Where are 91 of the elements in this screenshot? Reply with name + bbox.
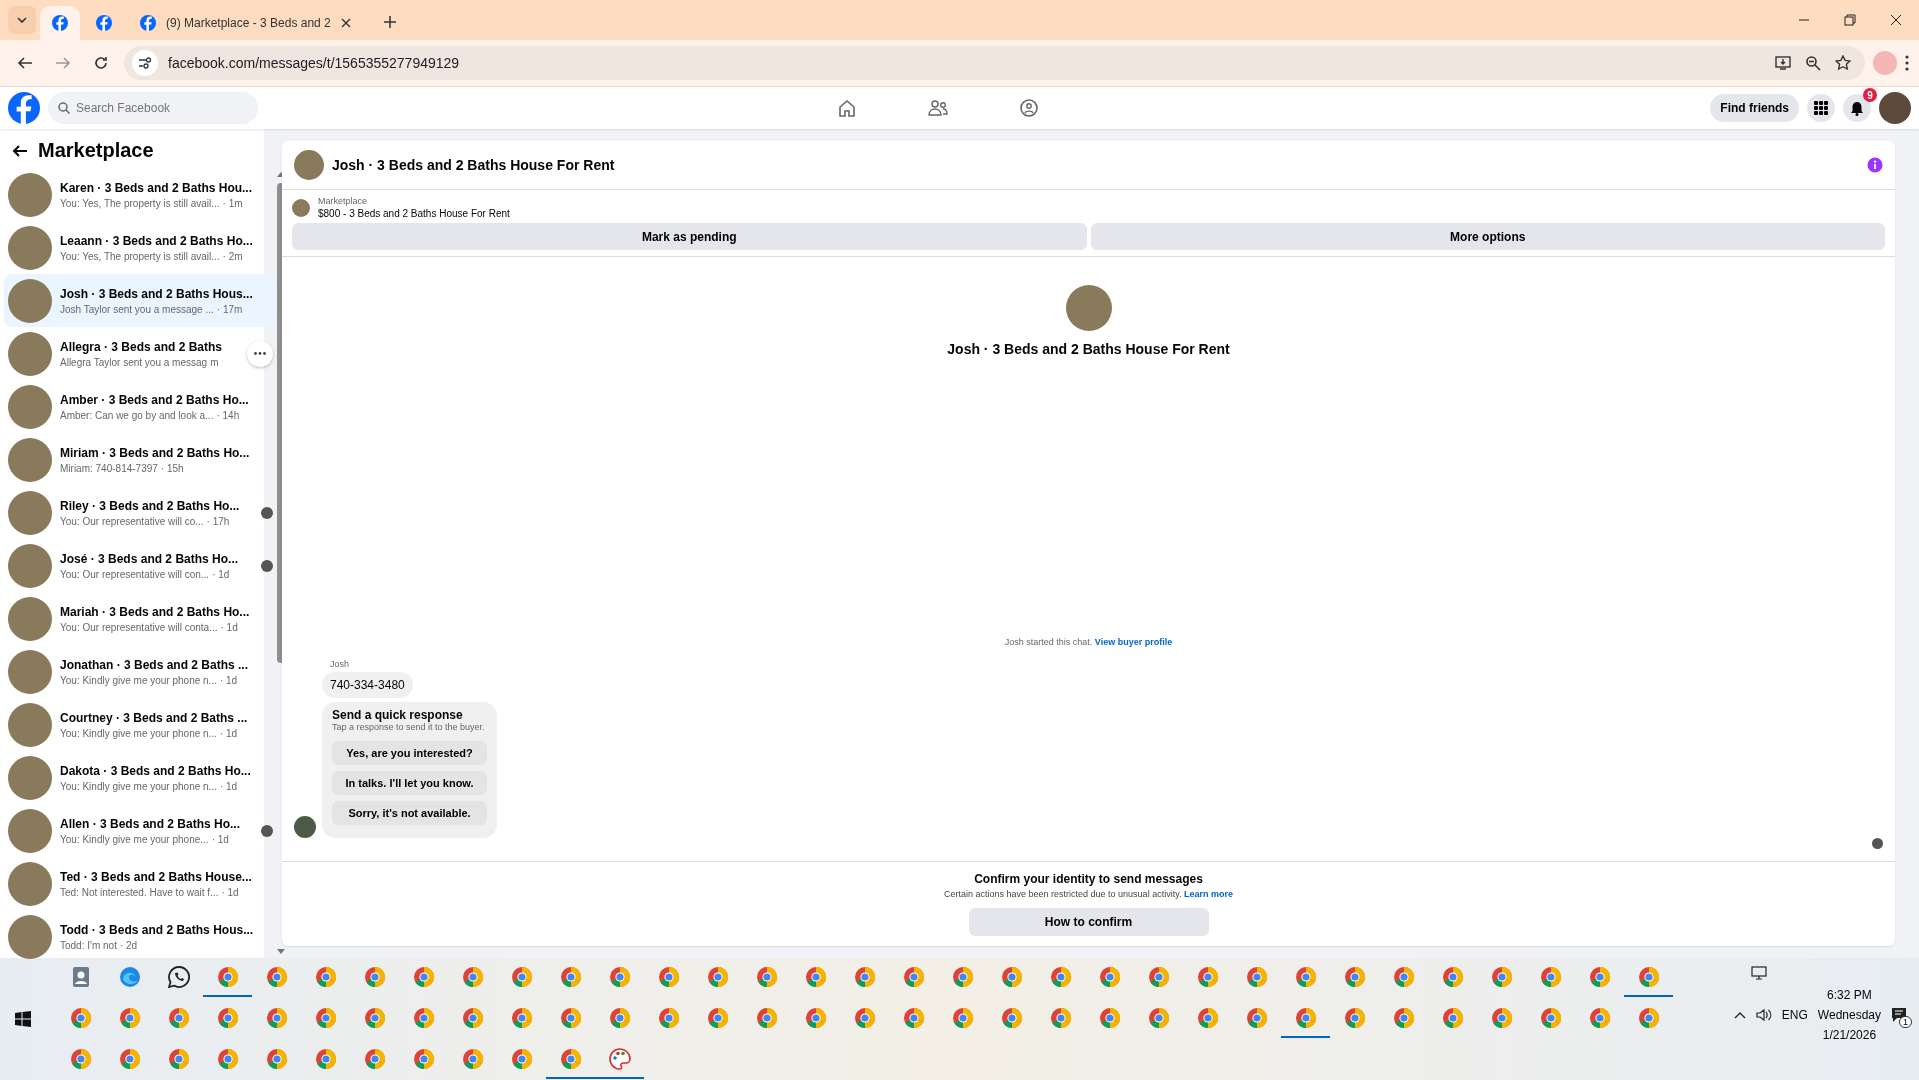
message-preview: You: Kindly give me your phone... (60, 833, 209, 845)
listing-title: $800 - 3 Beds and 2 Baths House For Rent (318, 208, 510, 219)
conversation-title: Riley · 3 Beds and 2 Baths Ho... (60, 498, 241, 513)
address-bar[interactable]: facebook.com/messages/t/1565355277949129 (124, 46, 1865, 80)
restriction-notice: Certain actions have been restricted due to unusual activity. Learn more (944, 889, 1233, 899)
conversation-title: Dakota · 3 Beds and 2 Baths Ho... (60, 763, 252, 778)
message-time: · 2m (222, 250, 243, 262)
conversation-item[interactable]: Josh · 3 Beds and 2 Baths Hous... Josh Taylor sent you a message ... · 17m (4, 274, 278, 327)
learn-more-link[interactable]: Learn more (1183, 889, 1233, 899)
message-time: · 1d (212, 568, 230, 580)
message-preview: You: Yes, The property is still avail... (60, 250, 220, 262)
message-preview: Allegra Taylor sent you a messag (60, 356, 208, 368)
clock-date[interactable]: 1/21/2026 (1822, 1028, 1877, 1042)
message-time: · 1d (219, 674, 238, 686)
buyer-profile-link[interactable]: View buyer profile (1094, 637, 1173, 647)
conversation-item[interactable]: Todd · 3 Beds and 2 Baths Hous... Todd: I'm not · 2d (4, 910, 278, 963)
conversation-item[interactable]: Allen · 3 Beds and 2 Baths Ho... You: Kindly give me your phone... · 1d (4, 804, 278, 857)
message-preview: You: Yes, The property is still avail... (60, 197, 220, 209)
conversation-title: Amber · 3 Beds and 2 Baths Ho... (60, 392, 250, 407)
how-to-confirm-button[interactable]: How to confirm (968, 908, 1209, 936)
message-time: · 1d (221, 886, 239, 898)
chat-title: Josh · 3 Beds and 2 Baths House For Rent (332, 157, 615, 173)
message-preview: You: Kindly give me your phone n... (60, 727, 217, 739)
browser-tab[interactable]: (9) Marketplace - 3 Beds and 2 (128, 6, 372, 40)
more-options-button[interactable]: More options (1090, 223, 1885, 250)
message-time: · 1d (219, 780, 238, 792)
conversation-title: Allen · 3 Beds and 2 Baths Ho... (60, 816, 242, 831)
conversation-heading: Josh · 3 Beds and 2 Baths House For Rent (947, 341, 1230, 357)
message-preview: Josh Taylor sent you a message ... (60, 303, 214, 315)
conversation-item[interactable]: Dakota · 3 Beds and 2 Baths Ho... You: Kindly give me your phone n... · 1d (4, 751, 278, 804)
language-indicator[interactable]: ENG (1781, 1008, 1808, 1022)
confirm-identity-title: Confirm your identity to send messages (974, 872, 1203, 886)
message-preview: Todd: I'm not (60, 939, 117, 951)
chat-start-notice: Josh started this chat. View buyer profile (1004, 637, 1173, 647)
message-time: · 17m (216, 303, 243, 315)
clock-time[interactable]: 6:32 PM (1827, 988, 1872, 1002)
conversation-title: Allegra · 3 Beds and 2 Baths (60, 339, 224, 354)
clock-day[interactable]: Wednesday (1817, 1008, 1881, 1022)
find-friends-button[interactable]: Find friends (1710, 94, 1799, 122)
conversation-item[interactable]: Allegra · 3 Beds and 2 Baths Allegra Taylor sent you a messag m (4, 327, 278, 380)
quick-reply-button[interactable]: In talks. I'll let you know. (332, 771, 487, 795)
conversation-item[interactable]: Mariah · 3 Beds and 2 Baths Ho... You: Our representative will conta... · 1d (4, 592, 278, 645)
search-field[interactable]: Search Facebook (48, 92, 258, 124)
message-time: · 15h (160, 462, 184, 474)
listing-label: Marketplace (318, 196, 369, 206)
message-preview: Miriam: 740-814-7397 (60, 462, 158, 474)
conversation-item[interactable]: Riley · 3 Beds and 2 Baths Ho... You: Our representative will co... · 17h (4, 486, 278, 539)
quick-reply-button[interactable]: Sorry, it's not available. (332, 801, 487, 825)
conversation-item[interactable]: Karen · 3 Beds and 2 Baths Hou... You: Yes, The property is still avail... · 1m (4, 168, 278, 221)
message-time: · 2d (119, 939, 138, 951)
message-time: · 17h (206, 515, 230, 527)
message-time: · 1d (211, 833, 229, 845)
conversation-title: Jonathan · 3 Beds and 2 Baths ... (60, 657, 250, 672)
conversation-title: Mariah · 3 Beds and 2 Baths Ho... (60, 604, 251, 619)
notification-badge: 9 (1863, 88, 1877, 102)
conversation-item[interactable]: Amber · 3 Beds and 2 Baths Ho... Amber: Can we go by and look a... · 14h (4, 380, 278, 433)
conversation-item[interactable]: Leaann · 3 Beds and 2 Baths Ho... You: Yes, The property is still avail... · 2m (4, 221, 278, 274)
message-bubble: 740-334-3480 (322, 672, 413, 698)
message-preview: You: Kindly give me your phone n... (60, 780, 217, 792)
message-time: m (210, 356, 219, 368)
conversation-item[interactable]: Ted · 3 Beds and 2 Baths House... Ted: Not interested. Have to wait f... · 1d (4, 857, 278, 910)
sidebar-title: Marketplace (38, 139, 154, 162)
conversation-title: Todd · 3 Beds and 2 Baths Hous... (60, 922, 254, 937)
conversation-title: José · 3 Beds and 2 Baths Ho... (60, 551, 240, 566)
message-preview: Amber: Can we go by and look a... (60, 409, 214, 421)
tab-title: (9) Marketplace - 3 Beds and 2 (166, 16, 331, 30)
message-time: · 1d (220, 621, 238, 633)
conversation-title: Leaann · 3 Beds and 2 Baths Ho... (60, 233, 254, 248)
message-preview: You: Our representative will con... (60, 568, 210, 580)
conversation-title: Ted · 3 Beds and 2 Baths House... (60, 869, 253, 884)
message-preview: You: Our representative will conta... (60, 621, 218, 633)
quick-reply-button[interactable]: Yes, are you interested? (332, 741, 487, 765)
message-time: · 1d (219, 727, 238, 739)
message-time: · 1m (222, 197, 243, 209)
quick-response-hint: Tap a response to send it to the buyer. (332, 722, 486, 732)
conversation-title: Courtney · 3 Beds and 2 Baths ... (60, 710, 249, 725)
conversation-title: Josh · 3 Beds and 2 Baths Hous... (60, 286, 254, 301)
conversation-item[interactable]: Courtney · 3 Beds and 2 Baths ... You: Kindly give me your phone n... · 1d (4, 698, 278, 751)
message-preview: You: Our representative will co... (60, 515, 204, 527)
message-preview: Ted: Not interested. Have to wait f... (60, 886, 219, 898)
conversation-title: Karen · 3 Beds and 2 Baths Hou... (60, 180, 254, 195)
notification-count: 1 (1899, 1016, 1912, 1028)
message-time: · 14h (216, 409, 240, 421)
conversation-title: Miriam · 3 Beds and 2 Baths Ho... (60, 445, 251, 460)
sender-name: Josh (330, 659, 350, 669)
conversation-item[interactable]: José · 3 Beds and 2 Baths Ho... You: Our representative will con... · 1d (4, 539, 278, 592)
message-preview: You: Kindly give me your phone n... (60, 674, 217, 686)
conversation-item[interactable]: Miriam · 3 Beds and 2 Baths Ho... Miriam: 740-814-7397 · 15h (4, 433, 278, 486)
quick-response-title: Send a quick response (332, 708, 464, 722)
mark-pending-button[interactable]: Mark as pending (292, 223, 1087, 250)
conversation-item[interactable]: Jonathan · 3 Beds and 2 Baths ... You: Kindly give me your phone n... · 1d (4, 645, 278, 698)
